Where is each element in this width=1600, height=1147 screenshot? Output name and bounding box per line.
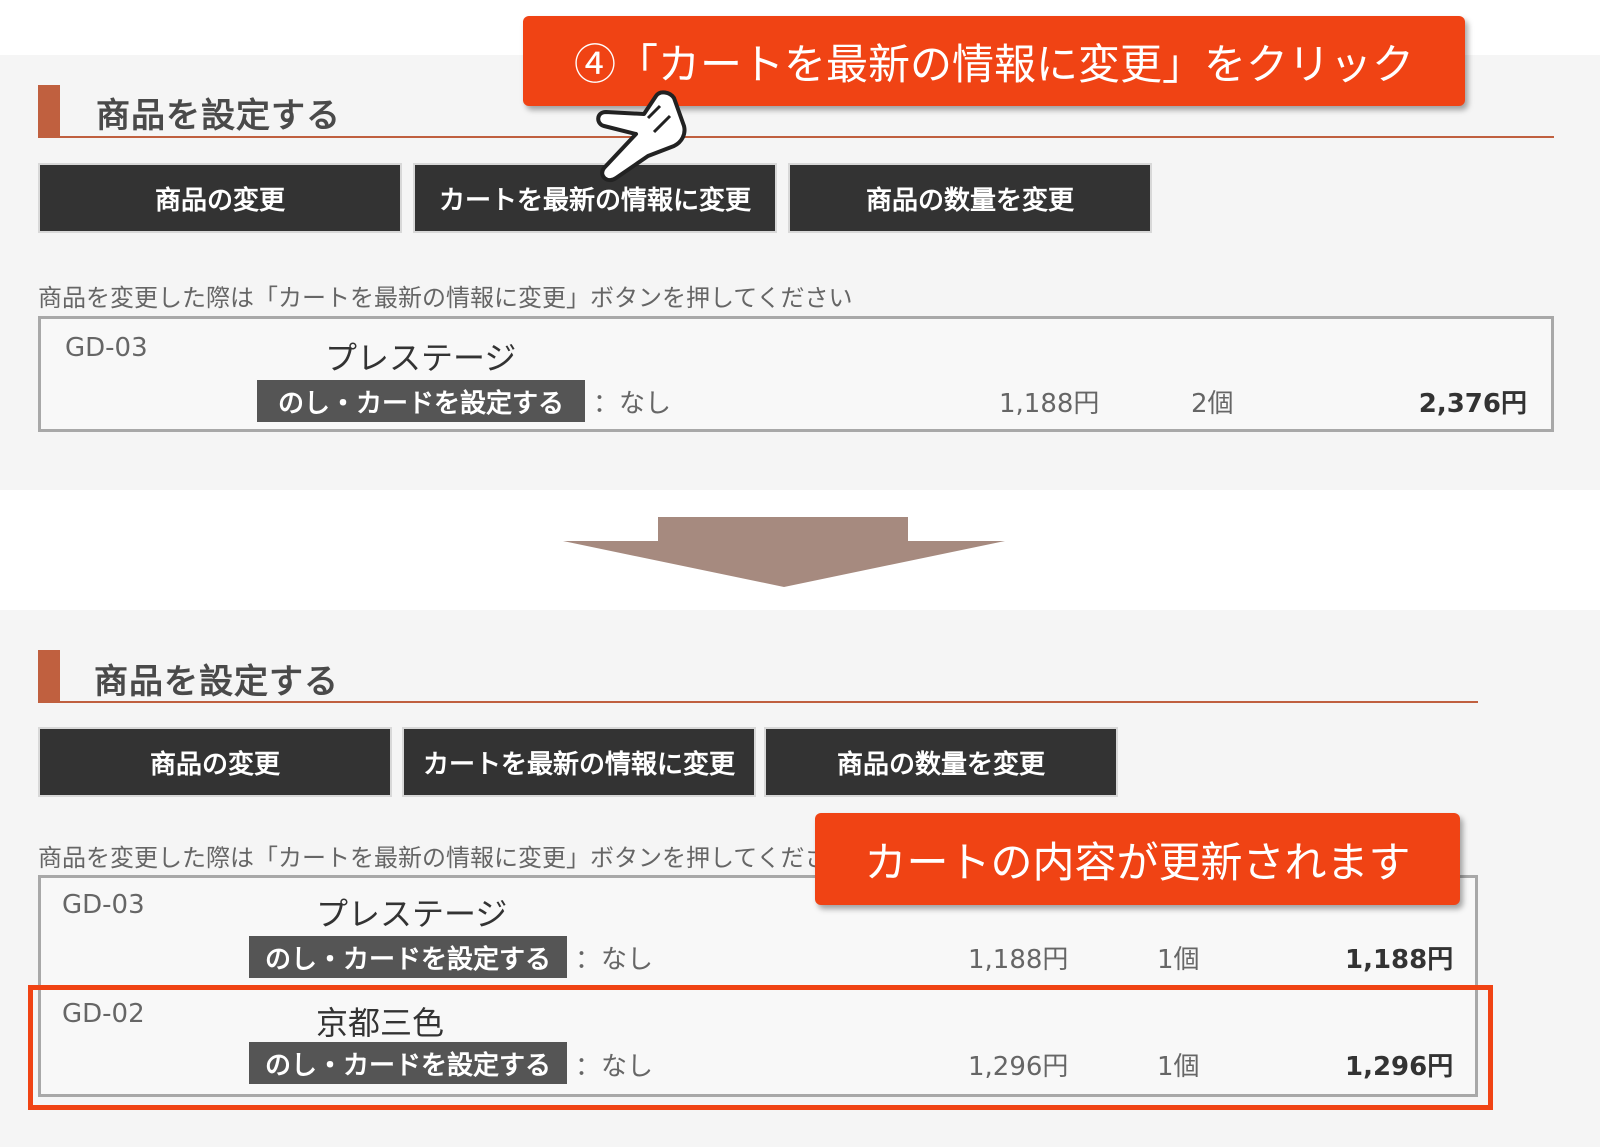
item-name: プレステージ <box>316 895 508 933</box>
item-quantity: 1個 <box>1157 945 1200 975</box>
noshi-card-setting-button[interactable]: のし・カードを設定する <box>257 380 585 422</box>
new-item-highlight <box>28 985 1493 1110</box>
after-heading-rule <box>38 701 1478 703</box>
after-note: 商品を変更した際は「カートを最新の情報に変更」ボタンを押してください <box>38 844 853 872</box>
before-heading-bar <box>38 85 60 137</box>
item-code: GD-03 <box>62 890 145 920</box>
result-callout: カートの内容が更新されます <box>815 813 1460 905</box>
item-name: プレステージ <box>325 339 517 377</box>
before-change-quantity-button[interactable]: 商品の数量を変更 <box>790 165 1150 231</box>
after-heading-bar <box>38 650 60 702</box>
item-total: 1,188円 <box>1345 945 1454 975</box>
before-change-product-button[interactable]: 商品の変更 <box>40 165 400 231</box>
after-heading: 商品を設定する <box>94 662 339 702</box>
before-note: 商品を変更した際は「カートを最新の情報に変更」ボタンを押してください <box>38 284 853 312</box>
after-update-cart-button[interactable]: カートを最新の情報に変更 <box>404 729 754 795</box>
item-unit-price: 1,188円 <box>999 389 1100 419</box>
after-change-product-button[interactable]: 商品の変更 <box>40 729 390 795</box>
item-total: 2,376円 <box>1418 389 1527 419</box>
hand-pointer-icon <box>596 90 687 183</box>
item-code: GD-03 <box>65 333 148 363</box>
before-heading-rule <box>38 136 1554 138</box>
before-heading: 商品を設定する <box>96 96 341 136</box>
item-unit-price: 1,188円 <box>968 945 1069 975</box>
item-quantity: 2個 <box>1191 389 1234 419</box>
arrow-down-icon <box>563 517 1005 587</box>
noshi-setting-value: ：なし <box>593 389 672 419</box>
noshi-card-setting-button[interactable]: のし・カードを設定する <box>249 936 567 978</box>
before-cart-item: GD-03 プレステージ のし・カードを設定する ：なし 1,188円 2個 2… <box>38 316 1554 432</box>
noshi-setting-value: ：なし <box>575 945 654 975</box>
after-change-quantity-button[interactable]: 商品の数量を変更 <box>766 729 1116 795</box>
